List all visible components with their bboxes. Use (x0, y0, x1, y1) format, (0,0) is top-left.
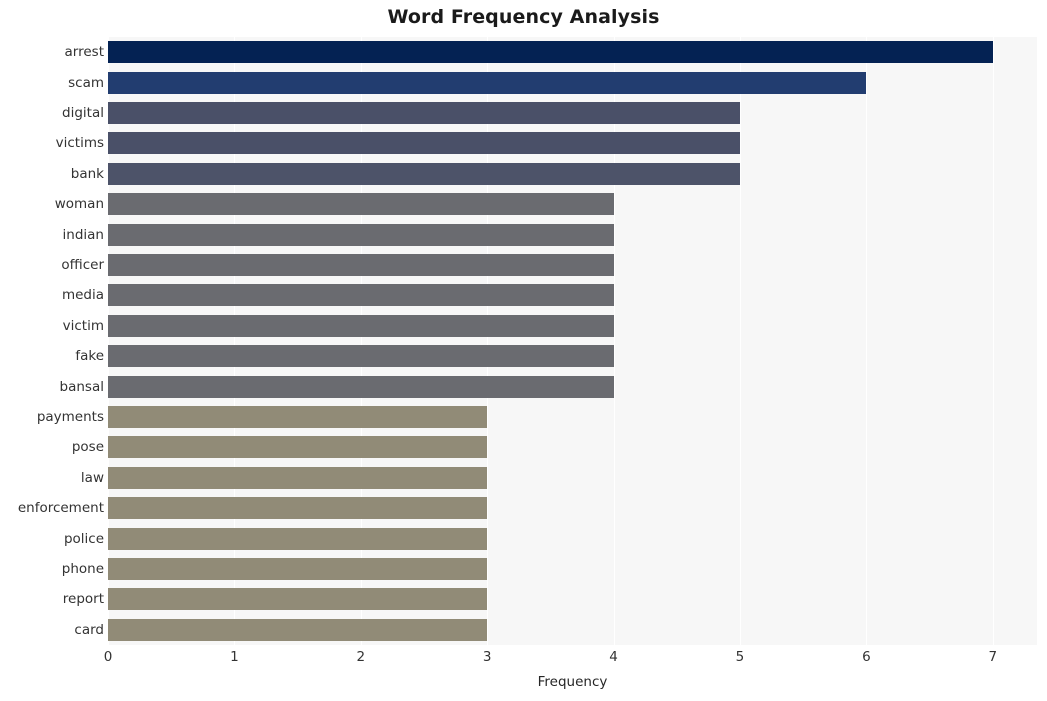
bar[interactable] (108, 466, 488, 489)
bar[interactable] (108, 618, 488, 641)
x-tick-label-0: 0 (103, 649, 113, 665)
x-axis-title: Frequency (537, 674, 608, 690)
bar[interactable] (108, 345, 614, 368)
x-axis-tick-labels: 0 1 2 3 4 5 6 7 (104, 645, 1037, 669)
bar[interactable] (108, 41, 993, 64)
bar-fill (108, 41, 993, 64)
y-tick-label-scam: scam (68, 74, 104, 91)
bar[interactable] (108, 375, 614, 398)
bar-fill (108, 102, 740, 124)
y-tick-label-bank: bank (70, 165, 104, 182)
bar-fill (108, 375, 614, 398)
bar-fill (108, 558, 488, 580)
bar[interactable] (108, 406, 488, 428)
y-tick-label-card: card (74, 621, 104, 638)
y-tick-label-woman: woman (54, 196, 104, 213)
y-axis-tick-labels: arrest scam digital victims bank woman indian o… (0, 37, 104, 645)
bar-fill (108, 162, 740, 185)
bar-fill (108, 436, 488, 459)
y-tick-label-payments: payments (36, 409, 104, 425)
plot-area (108, 37, 1037, 645)
y-tick-label-indian: indian (62, 226, 104, 243)
bar[interactable] (108, 193, 614, 216)
bar-fill (108, 132, 740, 155)
bar[interactable] (108, 102, 740, 124)
y-tick-label-fake: fake (75, 348, 104, 365)
y-tick-label-bansal: bansal (59, 378, 104, 395)
y-tick-label-arrest: arrest (64, 44, 104, 61)
word-frequency-chart: Word Frequency Analysis arrest scam digita… (0, 0, 1047, 701)
x-tick-label-2: 2 (356, 649, 366, 665)
x-tick-label-6: 6 (862, 649, 871, 665)
bar-fill (108, 193, 614, 216)
bar[interactable] (108, 314, 614, 337)
bar[interactable] (108, 71, 867, 94)
y-tick-label-digital: digital (62, 105, 104, 121)
chart-title: Word Frequency Analysis (387, 6, 660, 28)
bar[interactable] (108, 284, 614, 307)
bar-fill (108, 71, 867, 94)
y-tick-label-law: law (80, 469, 104, 486)
bar-fill (108, 527, 488, 550)
bar[interactable] (108, 132, 740, 155)
bar[interactable] (108, 436, 488, 459)
bar-fill (108, 406, 488, 428)
y-tick-label-pose: pose (71, 439, 104, 456)
x-tick-label-1: 1 (230, 649, 239, 665)
y-tick-label-victims: victims (55, 135, 104, 152)
bar-fill (108, 618, 488, 641)
bar-fill (108, 254, 614, 276)
bar[interactable] (108, 162, 740, 185)
bar[interactable] (108, 527, 488, 550)
bar[interactable] (108, 223, 614, 246)
x-tick-label-3: 3 (482, 649, 492, 665)
bar[interactable] (108, 497, 488, 520)
x-tick-label-7: 7 (988, 649, 998, 665)
x-tick-label-5: 5 (735, 649, 745, 665)
bar-fill (108, 314, 614, 337)
bar-fill (108, 497, 488, 520)
bar-fill (108, 466, 488, 489)
bar-fill (108, 223, 614, 246)
y-tick-label-report: report (62, 591, 104, 608)
bar[interactable] (108, 558, 488, 580)
y-tick-label-police: police (63, 530, 104, 547)
y-tick-label-officer: officer (61, 257, 104, 273)
y-tick-label-phone: phone (61, 561, 104, 577)
x-tick-label-4: 4 (609, 649, 618, 665)
bar-fill (108, 345, 614, 368)
bar-fill (108, 284, 614, 307)
bar[interactable] (108, 254, 614, 276)
bar-fill (108, 588, 488, 611)
y-tick-label-media: media (61, 287, 104, 304)
bars-layer (108, 37, 1037, 645)
bar[interactable] (108, 588, 488, 611)
y-tick-label-enforcement: enforcement (17, 500, 104, 517)
y-tick-label-victim: victim (62, 317, 104, 334)
